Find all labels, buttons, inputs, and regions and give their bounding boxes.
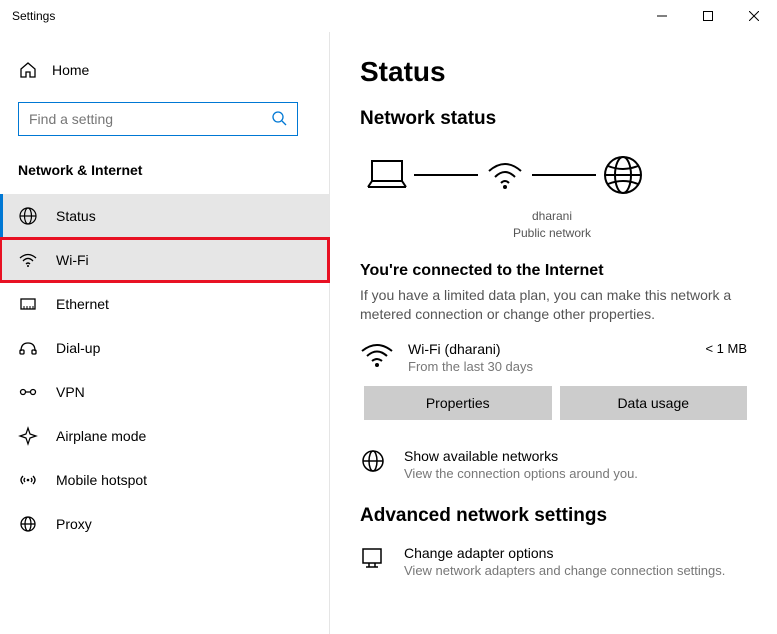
sidebar-item-hotspot[interactable]: Mobile hotspot: [0, 458, 329, 502]
ethernet-icon: [18, 294, 38, 314]
diagram-ssid: dharani: [470, 208, 634, 225]
adapter-title: Change adapter options: [404, 545, 725, 561]
globe-diagram-icon: [596, 148, 650, 202]
sidebar-item-airplane[interactable]: Airplane mode: [0, 414, 329, 458]
window-title: Settings: [12, 9, 55, 23]
titlebar: Settings: [0, 0, 777, 32]
show-networks-title: Show available networks: [404, 448, 638, 464]
home-label: Home: [52, 62, 89, 78]
proxy-icon: [18, 514, 38, 534]
sidebar-item-label: Mobile hotspot: [56, 472, 147, 488]
show-networks-link[interactable]: Show available networks View the connect…: [360, 448, 747, 481]
minimize-button[interactable]: [639, 0, 685, 32]
connection-name: Wi-Fi (dharani): [408, 341, 691, 357]
sidebar-item-label: Status: [56, 208, 96, 224]
show-networks-desc: View the connection options around you.: [404, 466, 638, 481]
data-usage-label: Data usage: [617, 395, 689, 411]
page-title: Status: [360, 56, 747, 88]
network-status-heading: Network status: [360, 108, 747, 130]
diagram-line: [532, 174, 596, 176]
home-nav[interactable]: Home: [0, 52, 329, 88]
network-diagram: [360, 148, 747, 202]
globe-icon: [18, 206, 38, 226]
connection-usage: < 1 MB: [705, 341, 747, 356]
data-usage-button[interactable]: Data usage: [560, 386, 748, 420]
hotspot-icon: [18, 470, 38, 490]
sidebar: Home Find a setting Network & Internet S…: [0, 32, 330, 634]
sidebar-item-label: Proxy: [56, 516, 92, 532]
main-panel: Status Network status dharani Public net…: [330, 32, 777, 634]
sidebar-item-wifi[interactable]: Wi-Fi: [0, 238, 329, 282]
sidebar-item-label: Wi-Fi: [56, 252, 89, 268]
sidebar-item-dialup[interactable]: Dial-up: [0, 326, 329, 370]
diagram-network-type: Public network: [470, 225, 634, 242]
properties-button[interactable]: Properties: [364, 386, 552, 420]
close-button[interactable]: [731, 0, 777, 32]
wifi-diagram-icon: [478, 148, 532, 202]
diagram-line: [414, 174, 478, 176]
sidebar-item-vpn[interactable]: VPN: [0, 370, 329, 414]
sidebar-item-proxy[interactable]: Proxy: [0, 502, 329, 546]
adapter-desc: View network adapters and change connect…: [404, 563, 725, 578]
laptop-icon: [360, 148, 414, 202]
connection-row: Wi-Fi (dharani) From the last 30 days < …: [360, 341, 747, 374]
search-icon: [271, 110, 287, 129]
search-input[interactable]: Find a setting: [18, 102, 298, 136]
globe-small-icon: [360, 448, 390, 474]
search-placeholder: Find a setting: [29, 111, 113, 127]
vpn-icon: [18, 382, 38, 402]
adapter-options-link[interactable]: Change adapter options View network adap…: [360, 545, 747, 578]
sidebar-item-label: Ethernet: [56, 296, 109, 312]
diagram-labels: dharani Public network: [470, 208, 634, 242]
properties-label: Properties: [426, 395, 490, 411]
home-icon: [18, 60, 38, 80]
sidebar-item-label: Dial-up: [56, 340, 100, 356]
maximize-button[interactable]: [685, 0, 731, 32]
connection-sub: From the last 30 days: [408, 359, 691, 374]
wifi-icon: [18, 250, 38, 270]
sidebar-item-label: Airplane mode: [56, 428, 146, 444]
category-label: Network & Internet: [0, 154, 329, 194]
sidebar-item-label: VPN: [56, 384, 85, 400]
adapter-icon: [360, 545, 390, 571]
sidebar-item-status[interactable]: Status: [0, 194, 329, 238]
dialup-icon: [18, 338, 38, 358]
wifi-large-icon: [360, 341, 394, 369]
airplane-icon: [18, 426, 38, 446]
sidebar-item-ethernet[interactable]: Ethernet: [0, 282, 329, 326]
connected-heading: You're connected to the Internet: [360, 262, 747, 280]
connected-desc: If you have a limited data plan, you can…: [360, 286, 747, 325]
advanced-heading: Advanced network settings: [360, 505, 747, 527]
window-controls: [639, 0, 777, 32]
